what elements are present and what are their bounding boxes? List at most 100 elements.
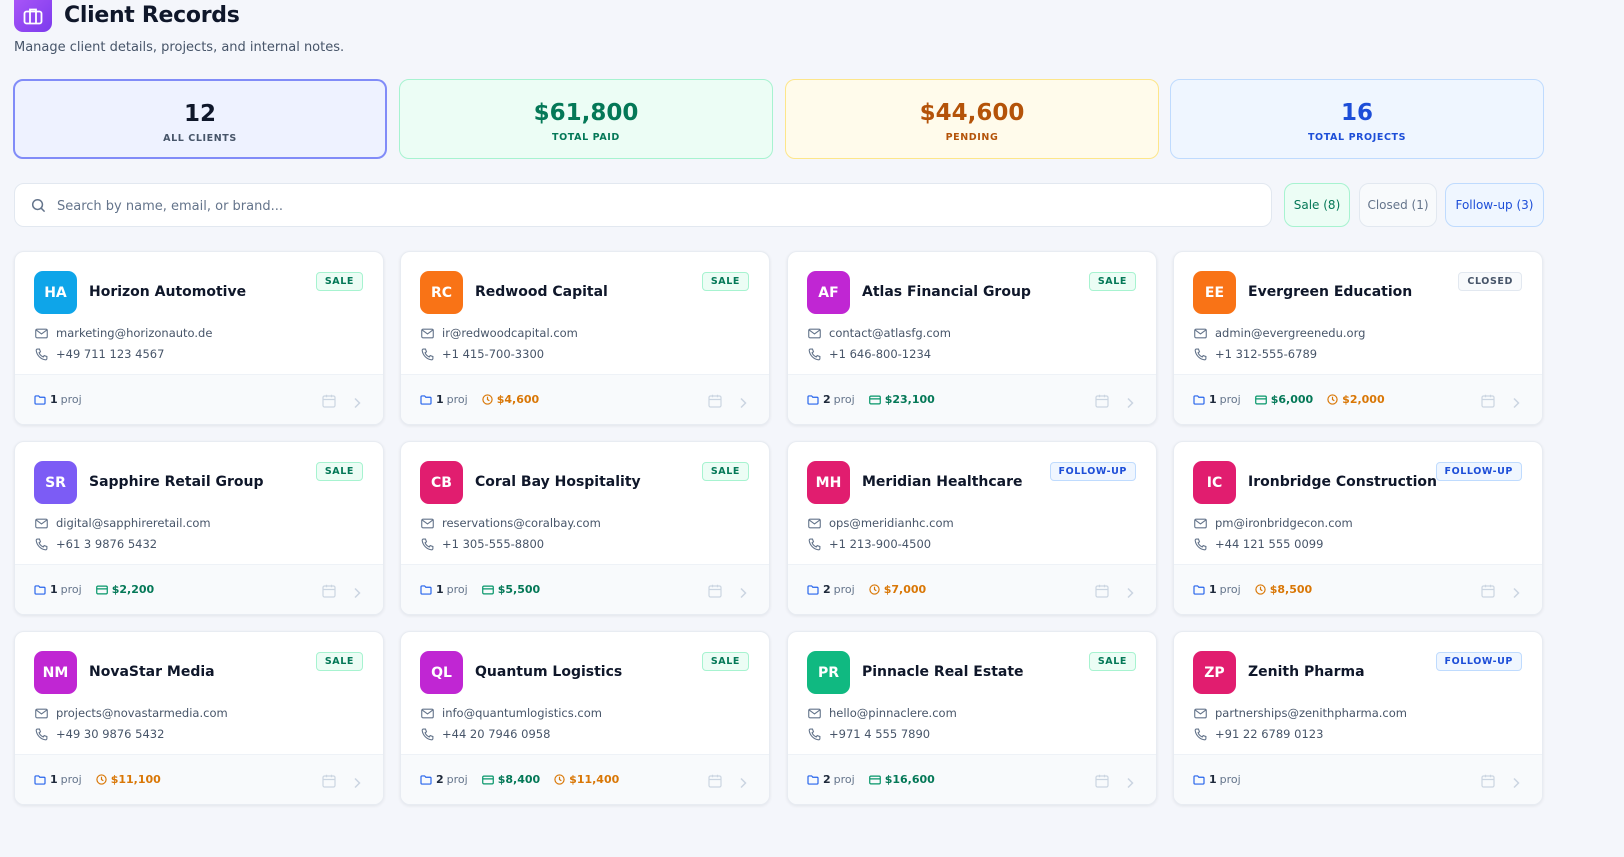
- calendar-icon[interactable]: [322, 393, 336, 412]
- chevron-right-icon[interactable]: [739, 774, 747, 793]
- client-phone: +49 30 9876 5432: [35, 727, 164, 741]
- chevron-right-icon[interactable]: [1512, 774, 1520, 793]
- project-count-label: proj: [833, 393, 855, 406]
- status-badge: SALE: [701, 462, 749, 481]
- client-email-value: info@quantumlogistics.com: [442, 706, 602, 720]
- client-email-value: reservations@coralbay.com: [442, 516, 601, 530]
- pending-amount-value: $7,000: [883, 583, 927, 596]
- client-card[interactable]: NM NovaStar Media SALE projects@novastarmed…: [14, 631, 384, 805]
- clock-icon: [554, 774, 565, 785]
- card-meta: 1 proj $4,600: [420, 393, 553, 406]
- client-email: info@quantumlogistics.com: [421, 706, 602, 720]
- paid-amount-value: $2,200: [111, 583, 155, 596]
- calendar-icon[interactable]: [1095, 393, 1109, 412]
- project-count-label: proj: [1219, 393, 1241, 406]
- chevron-right-icon[interactable]: [739, 584, 747, 603]
- pending-amount: $4,600: [482, 393, 539, 406]
- client-card[interactable]: CB Coral Bay Hospitality SALE reservations@…: [400, 441, 770, 615]
- calendar-icon[interactable]: [708, 393, 722, 412]
- phone-icon: [35, 538, 48, 550]
- clock-icon: [482, 394, 493, 405]
- calendar-icon[interactable]: [322, 583, 336, 602]
- stat-label: TOTAL PROJECTS: [1307, 132, 1407, 143]
- project-count-value: 1: [1209, 773, 1217, 786]
- calendar-icon[interactable]: [322, 773, 336, 792]
- filter-follow-up-button[interactable]: Follow-up (3): [1445, 183, 1544, 227]
- chevron-right-icon[interactable]: [1126, 774, 1134, 793]
- client-phone: +44 20 7946 0958: [421, 727, 550, 741]
- folder-icon: [1193, 584, 1205, 595]
- client-email: ops@meridianhc.com: [808, 516, 954, 530]
- pending-amount: $7,000: [869, 583, 926, 596]
- status-badge: SALE: [1088, 272, 1136, 291]
- phone-icon: [35, 348, 48, 360]
- client-card[interactable]: PR Pinnacle Real Estate SALE hello@pinnacle…: [787, 631, 1157, 805]
- calendar-icon[interactable]: [1481, 773, 1495, 792]
- project-count-label: proj: [1219, 583, 1241, 596]
- calendar-icon[interactable]: [708, 773, 722, 792]
- client-card[interactable]: IC Ironbridge Construction FOLLOW-UP pm@iro…: [1173, 441, 1543, 615]
- chevron-right-icon[interactable]: [1512, 584, 1520, 603]
- client-card[interactable]: HA Horizon Automotive SALE marketing@horizo…: [14, 251, 384, 425]
- card-meta: 2 proj $7,000: [807, 583, 940, 596]
- calendar-icon[interactable]: [1481, 583, 1495, 602]
- client-avatar: MH: [807, 461, 850, 504]
- chevron-right-icon[interactable]: [353, 774, 361, 793]
- status-badge: SALE: [315, 272, 363, 291]
- calendar-icon[interactable]: [1095, 773, 1109, 792]
- paid-amount-value: $23,100: [884, 393, 935, 406]
- client-phone: +61 3 9876 5432: [35, 537, 157, 551]
- stat-pending[interactable]: $44,600 PENDING: [785, 79, 1159, 159]
- client-card[interactable]: SR Sapphire Retail Group SALE digital@sapph…: [14, 441, 384, 615]
- filter-sale-button[interactable]: Sale (8): [1284, 183, 1350, 227]
- client-phone: +1 312-555-6789: [1194, 347, 1317, 361]
- phone-icon: [808, 348, 821, 360]
- client-phone-value: +1 213-900-4500: [829, 537, 932, 551]
- calendar-icon[interactable]: [1095, 583, 1109, 602]
- client-card[interactable]: ZP Zenith Pharma FOLLOW-UP partnerships@zen…: [1173, 631, 1543, 805]
- cash-icon: [95, 585, 108, 594]
- avatar-initials: MH: [815, 474, 842, 491]
- pending-amount: $2,000: [1327, 393, 1385, 406]
- stat-total-paid[interactable]: $61,800 TOTAL PAID: [399, 79, 773, 159]
- calendar-icon[interactable]: [1481, 393, 1495, 412]
- calendar-icon[interactable]: [708, 583, 722, 602]
- chevron-right-icon[interactable]: [739, 394, 747, 413]
- stat-all-clients[interactable]: 12 ALL CLIENTS: [13, 79, 387, 159]
- clock-icon: [1327, 394, 1338, 405]
- stat-total-projects[interactable]: 16 TOTAL PROJECTS: [1170, 79, 1544, 159]
- folder-icon: [807, 774, 819, 785]
- client-avatar: IC: [1193, 461, 1236, 504]
- paid-amount: $6,000: [1254, 393, 1313, 406]
- filter-closed-button[interactable]: Closed (1): [1359, 183, 1437, 227]
- mail-icon: [35, 328, 48, 338]
- client-card[interactable]: AF Atlas Financial Group SALE contact@atlas…: [787, 251, 1157, 425]
- client-card[interactable]: QL Quantum Logistics SALE info@quantumlogis…: [400, 631, 770, 805]
- mail-icon: [421, 518, 434, 528]
- chevron-right-icon[interactable]: [353, 584, 361, 603]
- client-email-value: digital@sapphireretail.com: [56, 516, 211, 530]
- search-input[interactable]: [57, 194, 1257, 218]
- clock-icon: [1255, 584, 1266, 595]
- pending-amount: $11,400: [554, 773, 619, 786]
- stat-value: 16: [1340, 100, 1373, 126]
- client-card[interactable]: EE Evergreen Education CLOSED admin@evergre…: [1173, 251, 1543, 425]
- client-name: Evergreen Education: [1248, 284, 1413, 300]
- client-phone: +49 711 123 4567: [35, 347, 164, 361]
- chevron-right-icon[interactable]: [353, 394, 361, 413]
- client-phone: +91 22 6789 0123: [1194, 727, 1323, 741]
- paid-amount-value: $5,500: [497, 583, 541, 596]
- pending-amount-value: $2,000: [1342, 393, 1385, 406]
- client-avatar: EE: [1193, 271, 1236, 314]
- client-card[interactable]: RC Redwood Capital SALE ir@redwoodcapital.c…: [400, 251, 770, 425]
- card-meta: 2 proj $16,600: [807, 773, 949, 786]
- client-phone-value: +61 3 9876 5432: [56, 537, 158, 551]
- chevron-right-icon[interactable]: [1512, 394, 1520, 413]
- status-badge: FOLLOW-UP: [1435, 462, 1522, 481]
- project-count: 1 proj: [34, 773, 82, 786]
- chevron-right-icon[interactable]: [1126, 584, 1134, 603]
- client-phone-value: +91 22 6789 0123: [1215, 727, 1324, 741]
- stat-value: $44,600: [919, 100, 1025, 126]
- chevron-right-icon[interactable]: [1126, 394, 1134, 413]
- client-card[interactable]: MH Meridian Healthcare FOLLOW-UP ops@meridi…: [787, 441, 1157, 615]
